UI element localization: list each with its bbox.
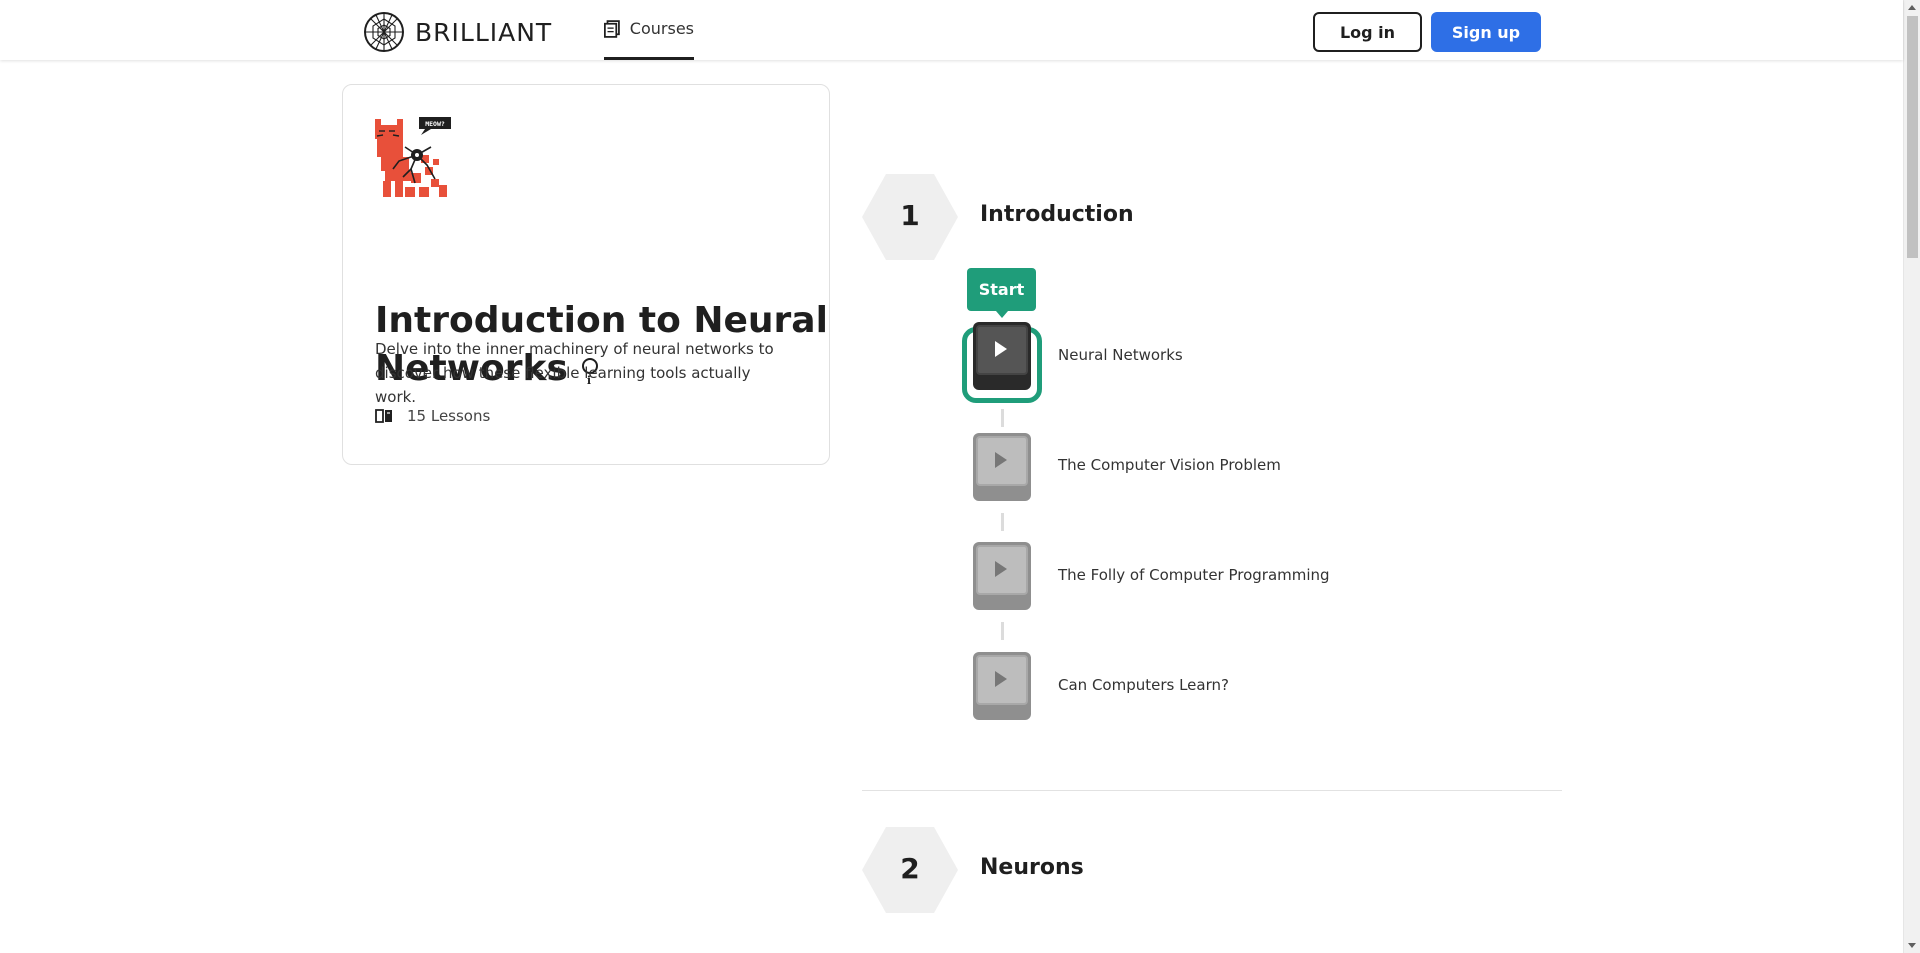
brilliant-logo-icon — [364, 12, 404, 52]
lesson-3-button[interactable] — [973, 542, 1031, 610]
lesson-1-button[interactable] — [973, 322, 1031, 390]
lessons-count: 15 Lessons — [375, 407, 490, 425]
lesson-connector — [1001, 409, 1004, 427]
play-icon — [995, 671, 1007, 687]
lessons-count-label: 15 Lessons — [407, 407, 491, 425]
play-icon — [995, 341, 1007, 357]
chapter-2-number: 2 — [900, 852, 920, 885]
vertical-scrollbar[interactable] — [1903, 0, 1920, 953]
signup-button[interactable]: Sign up — [1431, 12, 1541, 52]
start-tooltip[interactable]: Start — [967, 268, 1036, 318]
open-book-icon — [375, 409, 392, 423]
chapter-divider — [862, 790, 1562, 791]
brilliant-logo[interactable]: BRILLIANT — [363, 11, 552, 53]
lesson-connector — [1001, 513, 1004, 531]
scroll-up-icon[interactable] — [1908, 5, 1916, 10]
lesson-3-title[interactable]: The Folly of Computer Programming — [1058, 566, 1330, 584]
chapter-1-number: 1 — [900, 199, 920, 232]
course-card: MEOW? Introduction to Neural Networks De… — [342, 84, 830, 465]
play-icon — [995, 452, 1007, 468]
brand-name: BRILLIANT — [415, 17, 553, 47]
lesson-4-button[interactable] — [973, 652, 1031, 720]
login-button[interactable]: Log in — [1313, 12, 1422, 52]
page: BRILLIANT Courses Log in Sign up MEOW? I… — [0, 0, 1920, 953]
meow-text: MEOW? — [425, 120, 445, 128]
top-navbar: BRILLIANT Courses Log in Sign up — [0, 0, 1903, 60]
book-icon — [604, 19, 620, 38]
play-icon — [995, 561, 1007, 577]
nav-courses-label: Courses — [629, 19, 694, 38]
lesson-2-button[interactable] — [973, 433, 1031, 501]
nav-courses-tab[interactable]: Courses — [604, 0, 694, 60]
scroll-down-icon[interactable] — [1908, 943, 1916, 948]
lesson-4-title[interactable]: Can Computers Learn? — [1058, 676, 1229, 694]
chapter-1-title: Introduction — [980, 202, 1134, 227]
scrollbar-thumb[interactable] — [1907, 16, 1918, 258]
lesson-1-title[interactable]: Neural Networks — [1058, 346, 1183, 364]
course-illustration: MEOW? — [375, 117, 451, 197]
course-description: Delve into the inner machinery of neural… — [375, 340, 774, 406]
lesson-2-title[interactable]: The Computer Vision Problem — [1058, 456, 1281, 474]
chapter-2-title: Neurons — [980, 855, 1084, 880]
lesson-connector — [1001, 622, 1004, 640]
